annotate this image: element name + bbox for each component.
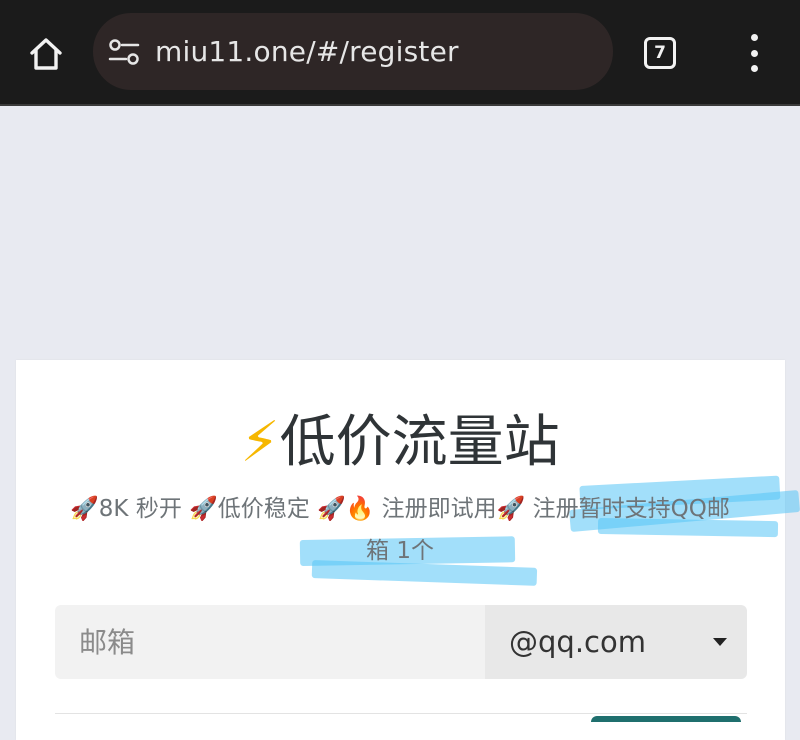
site-title: 低价流量站 [279,410,560,475]
tab-switcher-button[interactable]: 7 [640,33,680,73]
lightning-icon: ⚡ [240,410,280,475]
email-input[interactable] [55,605,485,679]
home-icon [30,38,62,70]
email-domain-value: @qq.com [509,625,646,659]
page-title: ⚡低价流量站 [0,408,800,478]
page-subtitle: 🚀8K 秒开 🚀低价稳定 🚀🔥 注册即试用🚀 注册暂时支持QQ邮箱 1个 [70,496,730,564]
site-settings-icon[interactable] [107,35,141,69]
tab-count: 7 [644,37,676,69]
email-domain-select[interactable]: @qq.com [485,605,747,679]
send-code-button[interactable] [591,716,741,722]
browser-toolbar: miu11.one/#/register 7 [0,0,800,106]
address-bar[interactable]: miu11.one/#/register [93,13,613,90]
email-row: @qq.com [55,605,747,679]
chevron-down-icon [713,638,727,646]
url-text: miu11.one/#/register [155,35,459,68]
home-button[interactable] [24,32,68,76]
more-menu-icon[interactable] [734,30,774,76]
